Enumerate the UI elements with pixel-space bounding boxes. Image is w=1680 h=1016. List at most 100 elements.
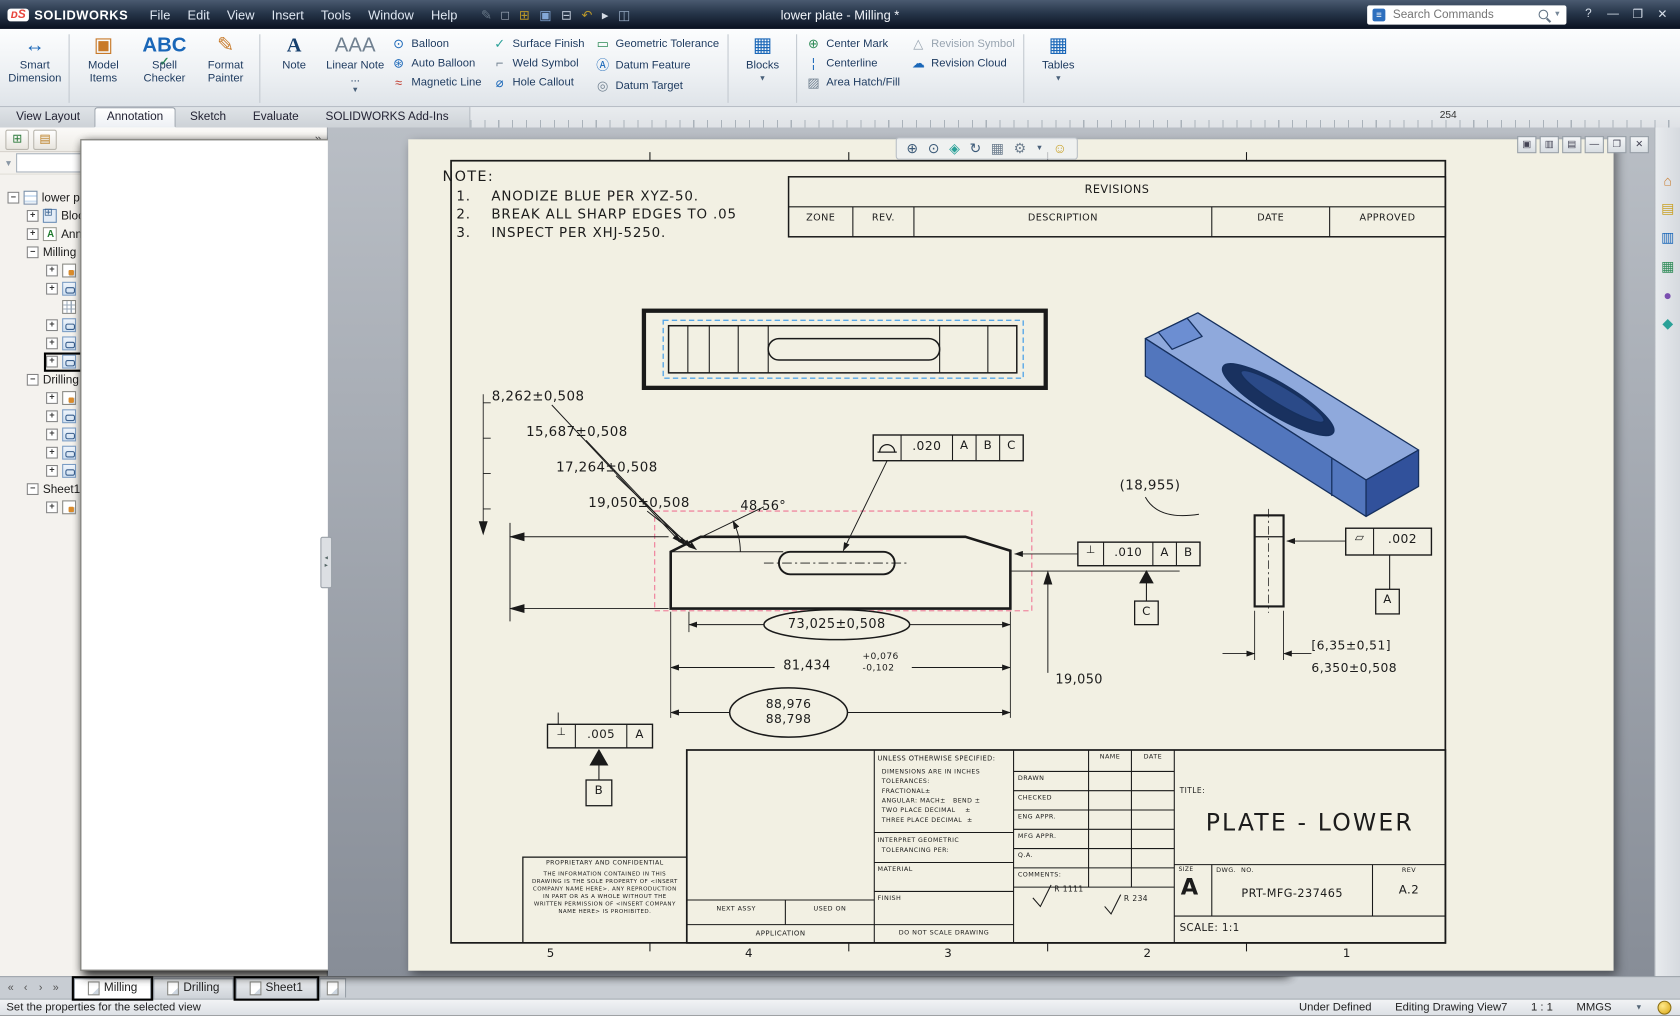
expander-icon[interactable]: [46, 410, 58, 422]
view-palette-icon[interactable]: ▦: [1661, 258, 1674, 275]
tab-evaluate[interactable]: Evaluate: [240, 107, 312, 127]
restore-button[interactable]: ❐: [1626, 8, 1649, 22]
minimize-button[interactable]: —: [1602, 8, 1625, 22]
surface-finish-button[interactable]: ✓ Surface Finish: [487, 36, 590, 51]
menu-file[interactable]: File: [141, 4, 179, 25]
menu-window[interactable]: Window: [360, 4, 423, 25]
tab-sketch[interactable]: Sketch: [177, 107, 239, 127]
tab-solidworks-addins[interactable]: SOLIDWORKS Add-Ins: [313, 107, 462, 127]
sheet-tab-drilling[interactable]: Drilling: [153, 978, 233, 998]
dimension[interactable]: 81,434: [783, 659, 831, 672]
pin-icon[interactable]: ✎: [481, 7, 492, 22]
file-explorer-icon[interactable]: ▥: [1661, 229, 1674, 246]
display-style-icon[interactable]: ▦: [991, 140, 1004, 157]
view-orientation-icon[interactable]: ◈: [949, 140, 960, 157]
menu-view[interactable]: View: [218, 4, 263, 25]
expander-icon[interactable]: [27, 374, 39, 386]
last-sheet-icon[interactable]: »: [48, 982, 63, 994]
zoom-to-fit-icon[interactable]: ⊙: [928, 140, 940, 157]
center-mark-button[interactable]: ⊕ Center Mark: [801, 36, 906, 51]
expander-icon[interactable]: [46, 447, 58, 459]
dropdown-icon[interactable]: ▼: [759, 75, 766, 83]
task-home-icon[interactable]: ⌂: [1663, 173, 1671, 189]
feature-manager-tab-icon[interactable]: ⊞: [5, 129, 29, 149]
expander-icon[interactable]: [46, 429, 58, 441]
search-icon[interactable]: [1539, 10, 1549, 20]
expander-icon[interactable]: [27, 483, 39, 495]
design-library-icon[interactable]: ▤: [1661, 200, 1674, 217]
dimension[interactable]: 6,350±0,508: [1311, 661, 1397, 674]
save-icon[interactable]: ▣: [539, 7, 551, 22]
gdt-value[interactable]: .002: [1374, 533, 1432, 546]
options-icon[interactable]: ◫: [618, 7, 630, 22]
window-arrange-icon[interactable]: ▤: [1562, 136, 1581, 153]
expander-icon[interactable]: [27, 246, 39, 258]
tab-view-layout[interactable]: View Layout: [3, 107, 93, 127]
open-document-icon[interactable]: ⊞: [519, 7, 530, 22]
expander-icon[interactable]: [27, 210, 39, 222]
dimension[interactable]: 17,264±0,508: [556, 460, 658, 474]
expander-icon[interactable]: [46, 283, 58, 295]
auto-balloon-button[interactable]: ⊛ Auto Balloon: [386, 56, 487, 71]
sheet-tab-milling[interactable]: Milling: [74, 978, 151, 998]
drawing-sheet[interactable]: NOTE: 1. ANODIZE BLUE PER XYZ-50. 2. BRE…: [408, 139, 1613, 970]
panel-splitter-handle[interactable]: ◂▸: [320, 537, 332, 588]
revision-cloud-button[interactable]: ☁ Revision Cloud: [905, 56, 1020, 71]
search-scope-icon[interactable]: ≡: [1373, 8, 1386, 21]
graphics-area[interactable]: ⊕ ⊙ ◈ ↻ ▦ ⚙ ▼ ☺ ▣ ▥ ▤ — ❐ ✕: [328, 128, 1654, 977]
dimension[interactable]: 8,262±0,508: [492, 389, 585, 403]
sheet-tab-sheet1[interactable]: Sheet1: [236, 978, 317, 998]
property-manager-tab-icon[interactable]: ▤: [33, 129, 57, 149]
datum-feature-button[interactable]: Ⓐ Datum Feature: [590, 56, 725, 74]
dropdown-icon[interactable]: ▼: [1036, 145, 1043, 153]
area-hatch-button[interactable]: ▨ Area Hatch/Fill: [801, 75, 906, 90]
menu-insert[interactable]: Insert: [263, 4, 312, 25]
menu-tools[interactable]: Tools: [312, 4, 359, 25]
expander-icon[interactable]: [46, 501, 58, 513]
first-sheet-icon[interactable]: «: [3, 982, 18, 994]
search-dropdown-icon[interactable]: ▼: [1554, 11, 1561, 19]
dimension[interactable]: 88,976: [731, 698, 847, 711]
tree-item-sheet1[interactable]: Sheet1: [0, 480, 327, 498]
note-button[interactable]: A Note: [264, 31, 325, 106]
expander-icon[interactable]: [46, 392, 58, 404]
linear-note-button[interactable]: AAA Linear Note ... ▼: [325, 31, 386, 106]
tab-annotation[interactable]: Annotation: [94, 107, 176, 127]
angle-dimension[interactable]: 48,56°: [740, 499, 786, 512]
menu-edit[interactable]: Edit: [179, 4, 218, 25]
status-units[interactable]: MMGS: [1576, 1000, 1611, 1016]
window-tile-icon[interactable]: ▥: [1540, 136, 1559, 153]
blocks-button[interactable]: ▦ Blocks ▼: [732, 31, 793, 106]
gdt-value[interactable]: .005: [575, 729, 626, 741]
status-indicator-icon[interactable]: [1658, 1001, 1672, 1015]
datum-b-label[interactable]: B: [586, 784, 612, 796]
reference-dimension[interactable]: (18,955): [1120, 478, 1181, 492]
menu-help[interactable]: Help: [422, 4, 466, 25]
weld-symbol-button[interactable]: ⌐ Weld Symbol: [487, 56, 590, 71]
expander-icon[interactable]: [27, 228, 39, 240]
expander-icon[interactable]: [46, 356, 58, 368]
minimize-doc-button[interactable]: —: [1585, 136, 1604, 153]
centerline-button[interactable]: ¦ Centerline: [801, 56, 906, 71]
format-painter-button[interactable]: ✎ Format Painter: [195, 31, 256, 106]
dimension[interactable]: 19,050±0,508: [588, 495, 690, 509]
dropdown-icon[interactable]: ▼: [1055, 75, 1062, 83]
next-sheet-icon[interactable]: ›: [33, 982, 48, 994]
datum-a-label[interactable]: A: [1376, 594, 1400, 606]
datum-target-button[interactable]: ◎ Datum Target: [590, 78, 725, 93]
expander-icon[interactable]: [46, 465, 58, 477]
view-settings-icon[interactable]: ⚙: [1014, 140, 1026, 157]
prev-sheet-icon[interactable]: ‹: [18, 982, 33, 994]
model-items-button[interactable]: ▣ Model Items: [73, 31, 134, 106]
dimension[interactable]: [6,35±0,51]: [1311, 639, 1391, 652]
zoom-in-icon[interactable]: ⊕: [906, 140, 918, 157]
print-icon[interactable]: ⊟: [561, 7, 572, 22]
revision-symbol-button[interactable]: △ Revision Symbol: [905, 36, 1020, 51]
undo-icon[interactable]: ↶: [581, 7, 592, 22]
geometric-tolerance-button[interactable]: ▭ Geometric Tolerance: [590, 36, 725, 51]
spell-checker-button[interactable]: ABC✓ Spell Checker: [134, 31, 195, 106]
filter-icon[interactable]: ▼: [4, 158, 12, 168]
close-button[interactable]: ✕: [1651, 8, 1674, 22]
datum-c-label[interactable]: C: [1135, 605, 1159, 617]
gdt-value[interactable]: .020: [901, 439, 952, 452]
